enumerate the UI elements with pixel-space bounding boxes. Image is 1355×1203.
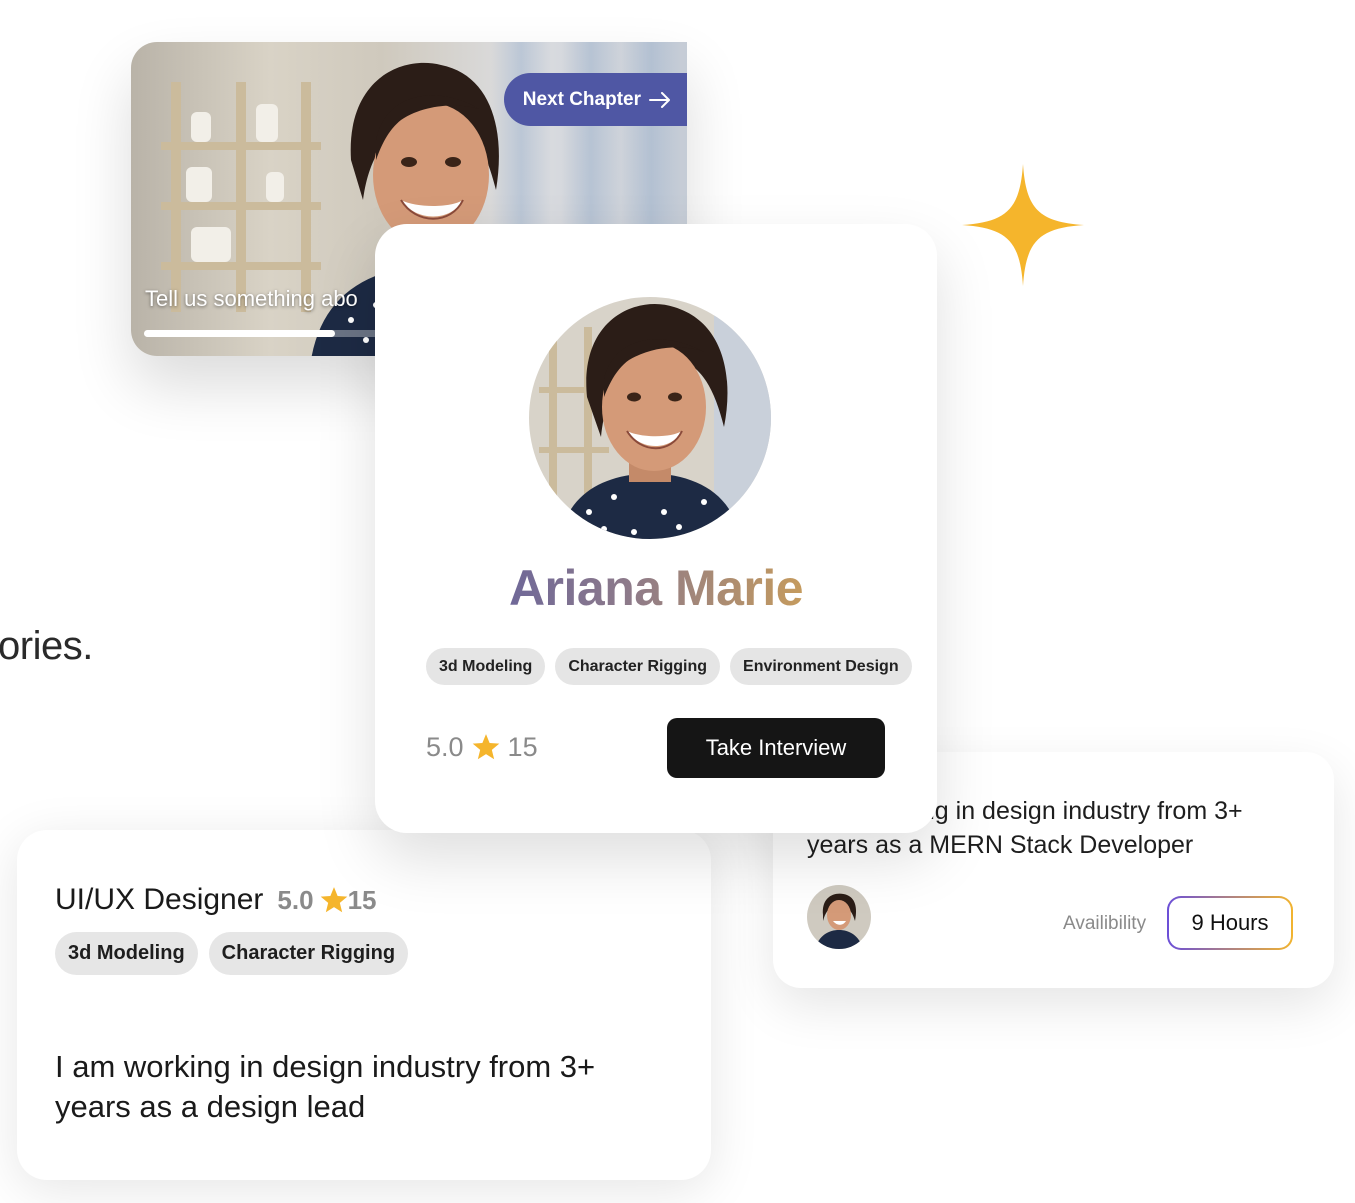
designer-role-title: UI/UX Designer — [55, 883, 264, 916]
arrow-right-icon — [649, 91, 670, 108]
background-text-fragment: ories. — [0, 624, 93, 668]
designer-review-count: 15 — [347, 885, 377, 915]
profile-rating-value: 5.0 — [426, 732, 464, 762]
designer-rating: 5.0 15 — [277, 885, 376, 916]
designer-header: UI/UX Designer 5.0 15 — [55, 883, 376, 917]
availability-label: Availibility — [1063, 913, 1147, 934]
designer-rating-value: 5.0 — [277, 885, 314, 915]
skill-tag: 3d Modeling — [55, 932, 198, 975]
designer-bio-text: I am working in design industry from 3+ … — [55, 1049, 596, 1124]
video-caption: Tell us something abo — [145, 286, 358, 311]
next-chapter-button[interactable]: Next Chapter — [503, 73, 687, 126]
sparkle-icon — [962, 164, 1084, 286]
skill-tag: 3d Modeling — [426, 648, 546, 685]
designer-card: UI/UX Designer 5.0 15 3d Modeling Charac… — [17, 830, 711, 1180]
profile-card: Ariana Marie 3d Modeling Character Riggi… — [375, 224, 937, 833]
star-icon — [320, 887, 347, 913]
next-chapter-label: Next Chapter — [522, 88, 641, 110]
take-interview-button[interactable]: Take Interview — [667, 718, 885, 778]
skill-tag: Character Rigging — [555, 648, 721, 685]
skill-tag: Environment Design — [730, 648, 912, 685]
profile-avatar — [529, 297, 771, 539]
designer-skill-tags: 3d Modeling Character Rigging — [55, 932, 409, 975]
skill-tag: Character Rigging — [208, 932, 409, 975]
availability-hours-badge: 9 Hours — [1167, 896, 1293, 950]
avatar — [807, 885, 871, 949]
profile-skill-tags: 3d Modeling Character Rigging Environmen… — [426, 648, 912, 685]
profile-review-count: 15 — [507, 732, 538, 762]
profile-name: Ariana Marie — [375, 559, 937, 617]
video-progress-fill — [144, 330, 335, 337]
profile-rating: 5.0 15 — [426, 732, 538, 763]
star-icon — [472, 734, 499, 760]
